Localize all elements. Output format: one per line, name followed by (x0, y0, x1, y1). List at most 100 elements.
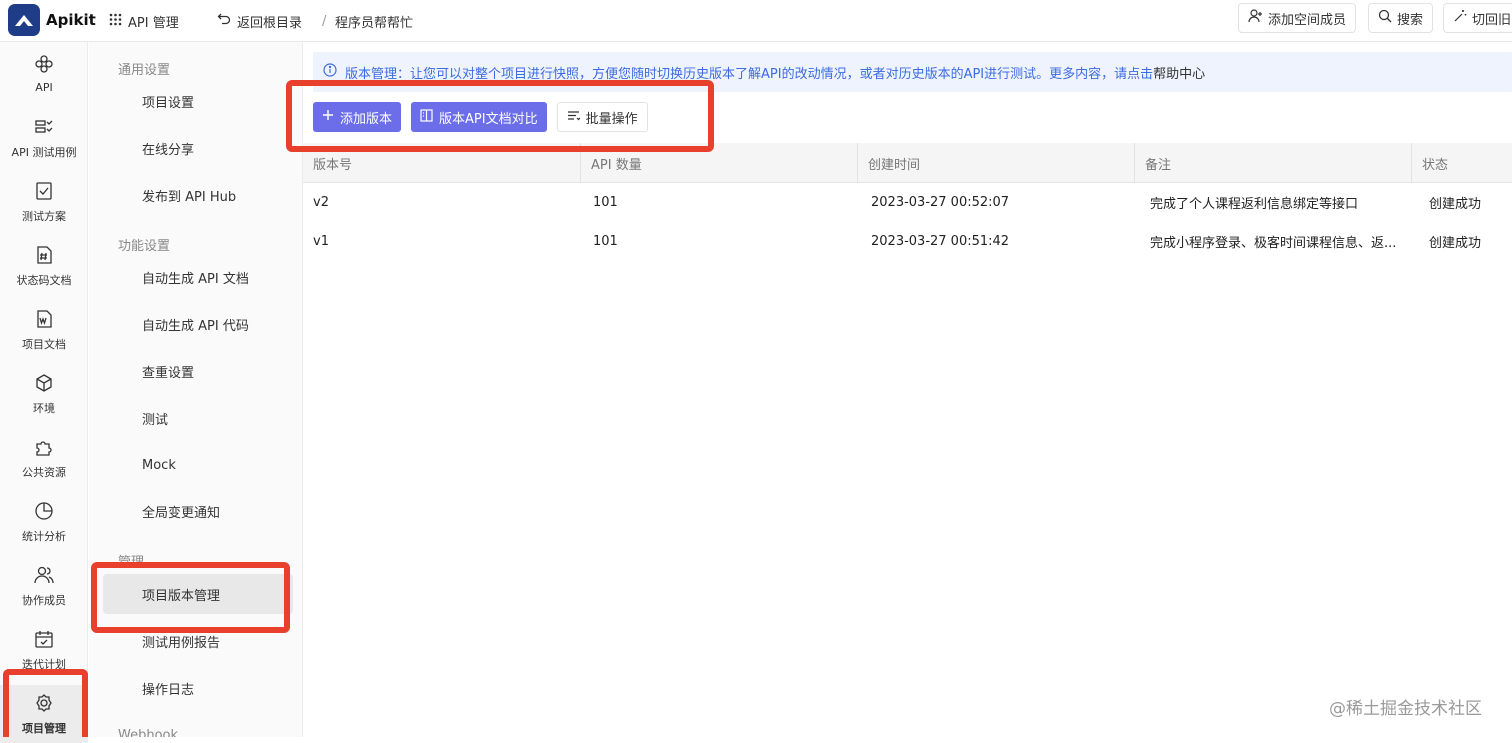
group-feature: 功能设置 (118, 239, 171, 254)
add-version-button[interactable]: 添加版本 (313, 102, 402, 132)
rail-item-status-code[interactable]: 状态码文档 (0, 237, 88, 295)
add-space-member-button[interactable]: 添加空间成员 (1238, 3, 1357, 33)
cell-remark: 完成小程序登录、极客时间课程信息、返... (1150, 236, 1397, 251)
rail-label: 环境 (33, 401, 55, 415)
subnav-item-auto-gen-code[interactable]: 自动生成 API 代码 (103, 304, 293, 344)
status-code-icon (34, 245, 54, 268)
compare-version-label: 版本API文档对比 (439, 111, 538, 127)
rail-item-test-plan[interactable]: 测试方案 (0, 173, 88, 231)
batch-operation-label: 批量操作 (585, 111, 638, 127)
subnav-item-test[interactable]: 测试 (103, 398, 293, 438)
version-table: 版本号 API 数量 创建时间 备注 状态 v2 101 2023-03-27 … (303, 143, 1512, 261)
add-version-label: 添加版本 (340, 111, 393, 127)
switch-old-button[interactable]: 切回旧 (1443, 3, 1512, 33)
info-circle-icon (323, 63, 337, 81)
rail-label: 测试方案 (22, 209, 66, 223)
api-manage-menu[interactable]: API 管理 (109, 0, 179, 42)
rail-label: 协作成员 (22, 593, 66, 607)
subnav-item-publish-hub[interactable]: 发布到 API Hub (103, 175, 293, 215)
table-row[interactable]: v1 101 2023-03-27 00:51:42 完成小程序登录、极客时间课… (303, 222, 1512, 261)
stats-icon (34, 501, 54, 524)
public-resource-icon (34, 437, 54, 460)
rail-item-public-resource[interactable]: 公共资源 (0, 429, 88, 487)
subnav-item-mock[interactable]: Mock (103, 445, 293, 485)
add-user-icon (1248, 9, 1263, 27)
members-icon (34, 565, 54, 588)
watermark: @稀土掘金技术社区 (1329, 699, 1482, 719)
breadcrumb-project[interactable]: 程序员帮帮忙 (335, 0, 413, 42)
rail-item-api-test-case[interactable]: API 测试用例 (0, 109, 88, 167)
back-root-label: 返回根目录 (237, 15, 303, 31)
back-root-link[interactable]: 返回根目录 (217, 0, 302, 42)
rail-label: 项目管理 (22, 721, 66, 735)
group-general: 通用设置 (118, 63, 171, 78)
environment-icon (34, 373, 54, 396)
rail-item-stats[interactable]: 统计分析 (0, 493, 88, 551)
rail-label: 状态码文档 (16, 273, 72, 287)
subnav-item-online-share[interactable]: 在线分享 (103, 128, 293, 168)
api-manage-label: API 管理 (128, 15, 179, 31)
header-created-time[interactable]: 创建时间 (857, 143, 920, 183)
api-icon (34, 54, 54, 77)
magic-wand-icon (1453, 9, 1467, 27)
rail-label: 统计分析 (22, 529, 66, 543)
notice-message: 版本管理：让您可以对整个项目进行快照，方便您随时切换历史版本了解API的改动情况… (345, 66, 1154, 82)
subnav-item-version-manage[interactable]: 项目版本管理 (103, 574, 293, 614)
breadcrumb-separator: / (322, 13, 327, 29)
rail-item-project-manage[interactable]: 项目管理 (0, 685, 88, 743)
gear-icon (34, 693, 54, 716)
main-content: 版本管理：让您可以对整个项目进行快照，方便您随时切换历史版本了解API的改动情况… (303, 42, 1512, 737)
subnav-item-dup-check[interactable]: 查重设置 (103, 351, 293, 391)
notice-text: 版本管理：让您可以对整个项目进行快照，方便您随时切换历史版本了解API的改动情况… (345, 63, 1205, 82)
info-notice: 版本管理：让您可以对整个项目进行快照，方便您随时切换历史版本了解API的改动情况… (313, 52, 1512, 92)
cell-version: v2 (313, 195, 329, 210)
project-doc-icon (34, 309, 54, 332)
compare-icon (420, 108, 433, 126)
help-center-link[interactable]: 帮助中心 (1153, 67, 1205, 82)
rail-label: API 测试用例 (11, 145, 77, 159)
table-row[interactable]: v2 101 2023-03-27 00:52:07 完成了个人课程返利信息绑定… (303, 183, 1512, 222)
cell-api-count: 101 (593, 234, 618, 249)
header-version[interactable]: 版本号 (303, 143, 352, 183)
plus-icon (322, 109, 334, 125)
rail-label: 项目文档 (22, 337, 66, 351)
rail-item-environment[interactable]: 环境 (0, 365, 88, 423)
rail-label: 公共资源 (22, 465, 66, 479)
subnav-item-op-log[interactable]: 操作日志 (103, 668, 293, 708)
header-remark[interactable]: 备注 (1134, 143, 1171, 183)
group-manage: 管理 (118, 555, 145, 570)
cell-version: v1 (313, 234, 329, 249)
app-logo[interactable]: Apikit (8, 4, 96, 36)
subnav-item-project-settings[interactable]: 项目设置 (103, 81, 293, 121)
compare-version-button[interactable]: 版本API文档对比 (411, 102, 547, 132)
apikit-logo-icon (8, 4, 40, 36)
grid-icon (109, 13, 122, 30)
search-icon (1378, 9, 1392, 27)
add-space-member-label: 添加空间成员 (1268, 12, 1347, 28)
cell-remark: 完成了个人课程返利信息绑定等接口 (1150, 197, 1359, 212)
list-icon (567, 109, 581, 126)
rail-label: 迭代计划 (22, 657, 66, 671)
search-button[interactable]: 搜索 (1368, 3, 1434, 33)
app-name: Apikit (46, 11, 96, 29)
header-status[interactable]: 状态 (1411, 143, 1448, 183)
top-bar: Apikit API 管理 返回根目录 / 程序员帮帮忙 添加空间成员 搜索 切… (0, 0, 1512, 42)
subnav-item-auto-gen-doc[interactable]: 自动生成 API 文档 (103, 257, 293, 297)
cell-api-count: 101 (593, 195, 618, 210)
subnav-item-test-report[interactable]: 测试用例报告 (103, 621, 293, 661)
table-header: 版本号 API 数量 创建时间 备注 状态 (303, 143, 1512, 183)
rail-item-members[interactable]: 协作成员 (0, 557, 88, 615)
settings-subnav: 通用设置 项目设置 在线分享 发布到 API Hub 功能设置 自动生成 API… (89, 42, 303, 737)
rail-label: API (35, 81, 53, 94)
action-bar: 添加版本 版本API文档对比 批量操作 (313, 102, 648, 132)
test-plan-icon (34, 181, 54, 204)
group-webhook: Webhook (118, 728, 179, 737)
rail-item-iteration-plan[interactable]: 迭代计划 (0, 621, 88, 679)
header-api-count[interactable]: API 数量 (580, 143, 642, 183)
calendar-icon (34, 629, 54, 652)
rail-item-project-doc[interactable]: 项目文档 (0, 301, 88, 359)
rail-item-api[interactable]: API (0, 45, 88, 103)
subnav-item-global-notify[interactable]: 全局变更通知 (103, 491, 293, 531)
batch-operation-button[interactable]: 批量操作 (556, 102, 648, 132)
icon-rail: API API 测试用例 测试方案 状态码文档 项目文档 环境 公共资源 统计分… (0, 42, 88, 743)
